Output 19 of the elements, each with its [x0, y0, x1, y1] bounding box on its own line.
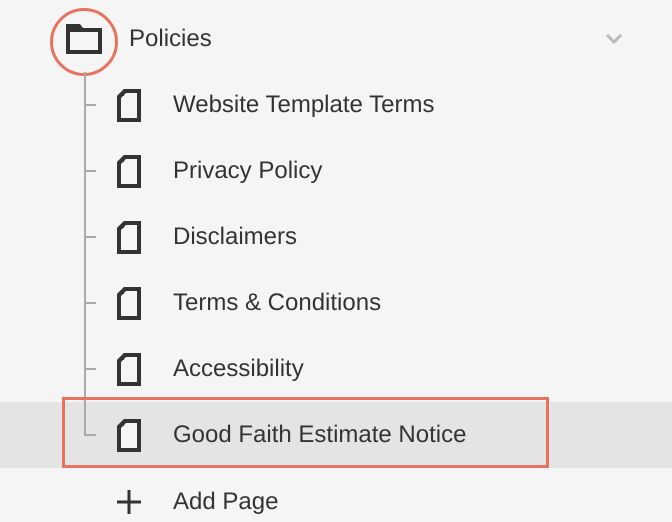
page-item[interactable]: Disclaimers [0, 204, 672, 270]
folder-icon [66, 24, 102, 54]
document-icon [117, 220, 141, 254]
document-icon [117, 88, 141, 122]
plus-icon [117, 490, 141, 514]
document-icon [117, 154, 141, 188]
document-icon [117, 418, 141, 452]
tree-connector [84, 72, 96, 138]
add-page-button[interactable]: Add Page [117, 488, 278, 516]
folder-label[interactable]: Policies [129, 25, 605, 53]
page-item[interactable]: Privacy Policy [0, 138, 672, 204]
page-item[interactable]: Terms & Conditions [0, 270, 672, 336]
chevron-down-icon[interactable] [605, 34, 623, 44]
document-icon [117, 352, 141, 386]
page-item[interactable]: Website Template Terms [0, 72, 672, 138]
tree-connector [84, 270, 96, 336]
tree-connector [84, 204, 96, 270]
document-icon [117, 286, 141, 320]
tree-connector [84, 138, 96, 204]
